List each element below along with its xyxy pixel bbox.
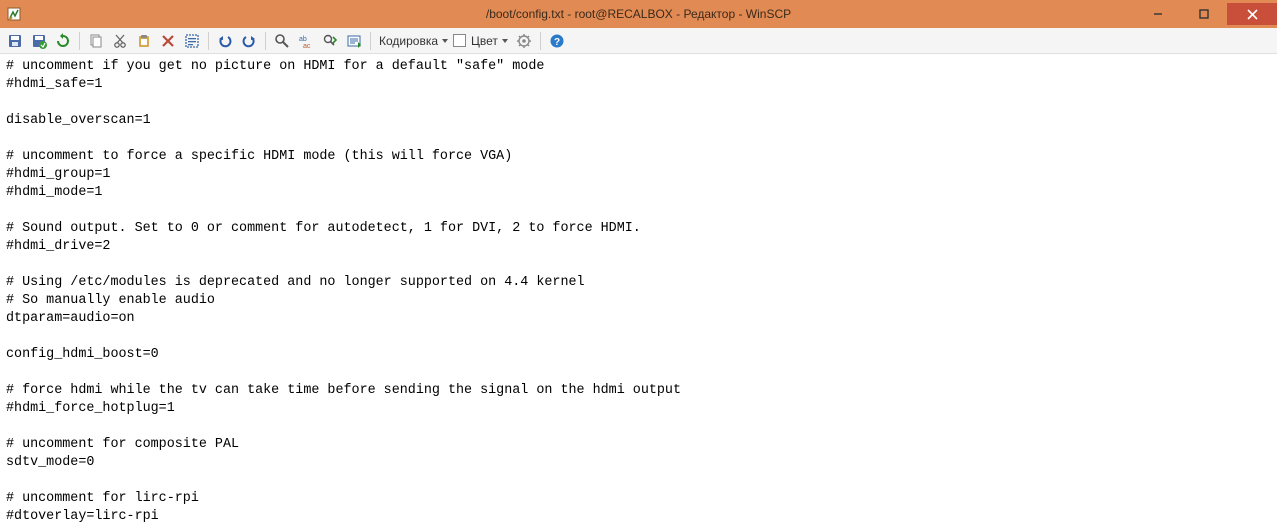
chevron-down-icon xyxy=(442,39,448,43)
color-dropdown[interactable]: Цвет xyxy=(468,30,511,52)
find-next-button[interactable] xyxy=(319,30,341,52)
chevron-down-icon xyxy=(502,39,508,43)
goto-line-button[interactable] xyxy=(343,30,365,52)
separator xyxy=(208,32,209,50)
svg-text:?: ? xyxy=(554,37,560,48)
preferences-button[interactable] xyxy=(513,30,535,52)
separator xyxy=(540,32,541,50)
save-reload-button[interactable] xyxy=(28,30,50,52)
encoding-dropdown[interactable]: Кодировка xyxy=(376,30,451,52)
paste-button[interactable] xyxy=(133,30,155,52)
color-label: Цвет xyxy=(471,34,498,48)
window-controls xyxy=(1135,3,1277,25)
cut-button[interactable] xyxy=(109,30,131,52)
copy-button[interactable] xyxy=(85,30,107,52)
minimize-button[interactable] xyxy=(1135,3,1181,25)
app-icon xyxy=(0,0,28,28)
select-all-button[interactable] xyxy=(181,30,203,52)
replace-button[interactable]: abac xyxy=(295,30,317,52)
close-button[interactable] xyxy=(1227,3,1277,25)
window-title: /boot/config.txt - root@RECALBOX - Редак… xyxy=(0,7,1277,21)
save-button[interactable] xyxy=(4,30,26,52)
separator xyxy=(265,32,266,50)
find-button[interactable] xyxy=(271,30,293,52)
help-button[interactable]: ? xyxy=(546,30,568,52)
encoding-label: Кодировка xyxy=(379,34,438,48)
undo-button[interactable] xyxy=(214,30,236,52)
maximize-button[interactable] xyxy=(1181,3,1227,25)
separator xyxy=(370,32,371,50)
color-checkbox[interactable] xyxy=(453,34,466,47)
delete-button[interactable] xyxy=(157,30,179,52)
reload-button[interactable] xyxy=(52,30,74,52)
svg-text:ab: ab xyxy=(299,36,307,43)
toolbar: abac Кодировка Цвет ? xyxy=(0,28,1277,54)
editor-textarea[interactable]: # uncomment if you get no picture on HDM… xyxy=(0,54,1277,529)
window-titlebar: /boot/config.txt - root@RECALBOX - Редак… xyxy=(0,0,1277,28)
svg-text:ac: ac xyxy=(303,43,311,49)
separator xyxy=(79,32,80,50)
redo-button[interactable] xyxy=(238,30,260,52)
